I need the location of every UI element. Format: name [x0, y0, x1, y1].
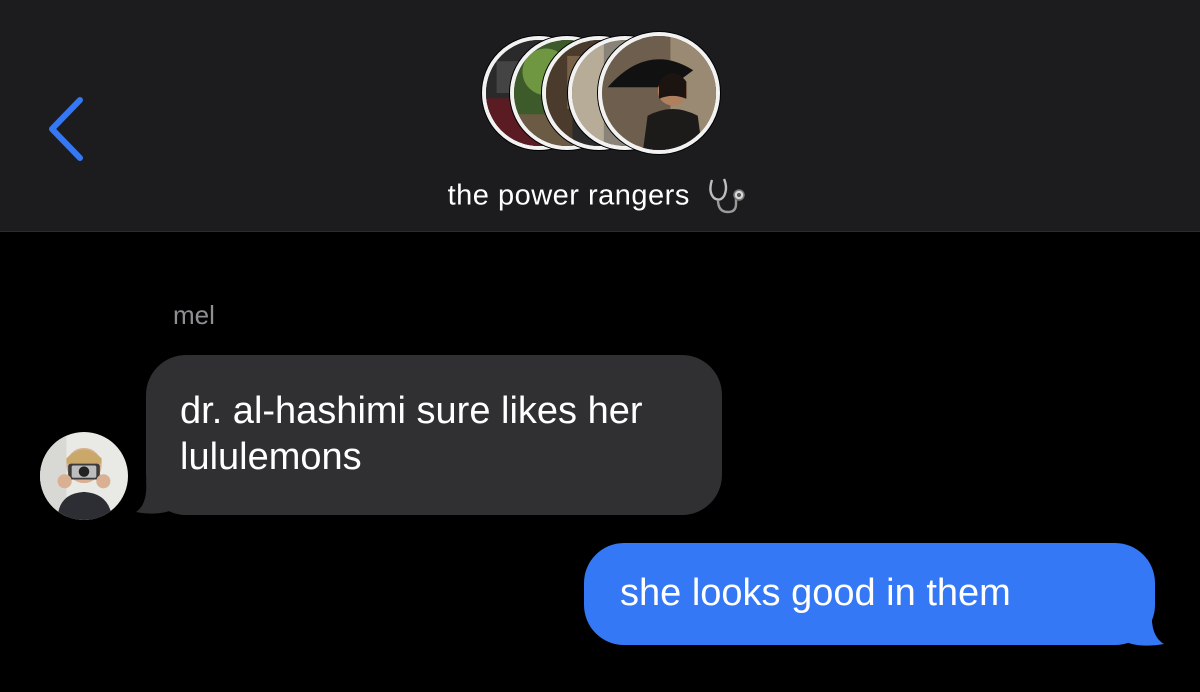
group-name[interactable]: the power rangers [0, 176, 1200, 216]
group-name-label: the power rangers [447, 179, 690, 212]
group-avatar-stack[interactable] [480, 32, 720, 158]
outgoing-message-bubble[interactable]: she looks good in them [584, 543, 1155, 645]
conversation-header: the power rangers [0, 0, 1200, 232]
stethoscope-icon [709, 178, 746, 214]
member-avatar [598, 32, 720, 154]
messages-screen: the power rangers mel dr. al-hashimi sur… [0, 0, 1200, 692]
chevron-left-icon [49, 97, 83, 161]
sender-name: mel [173, 300, 215, 330]
incoming-message-bubble[interactable]: dr. al-hashimi sure likes her lululemons [146, 355, 722, 515]
back-button[interactable] [40, 92, 100, 172]
sender-avatar[interactable] [40, 432, 128, 520]
